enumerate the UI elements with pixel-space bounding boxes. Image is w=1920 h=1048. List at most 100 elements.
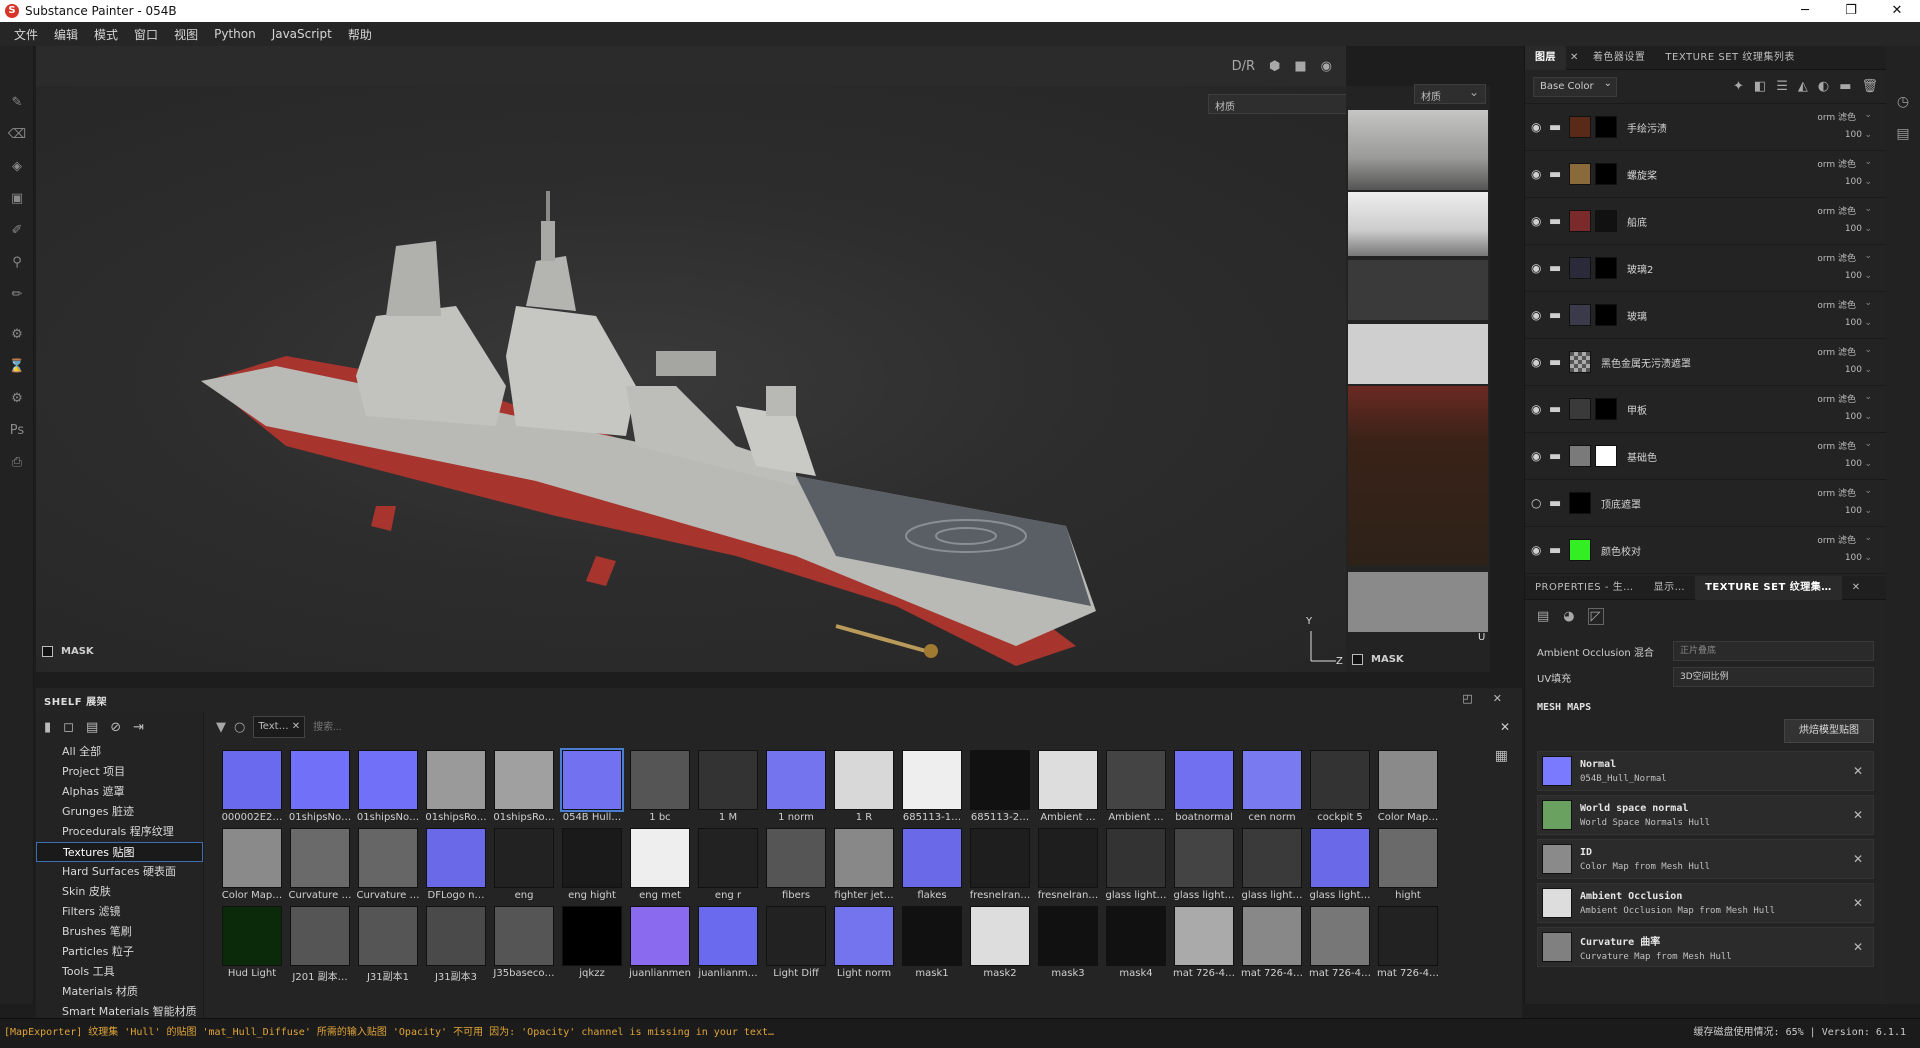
layer-opacity[interactable]: 100 — [1845, 365, 1862, 375]
shelf-item[interactable]: DFLogo n… — [422, 826, 490, 904]
shelf-search-input[interactable] — [313, 716, 1274, 738]
mesh-map-slot[interactable]: Normal 054B_Hull_Normal ✕ — [1537, 751, 1874, 791]
remove-map-icon[interactable]: ✕ — [1853, 764, 1863, 778]
chevron-down-icon[interactable]: ⌄ — [1864, 251, 1872, 261]
layer-blend-mode[interactable]: orm 滤色 — [1817, 251, 1856, 264]
shelf-item[interactable]: Color Map… — [1374, 748, 1442, 826]
photoshop-icon[interactable]: Ps — [0, 414, 34, 446]
mask-checkbox-2d[interactable] — [1352, 654, 1363, 665]
shelf-category-item[interactable]: Alphas 遮罩 — [36, 782, 203, 802]
tab-display[interactable]: 显示… — [1644, 576, 1696, 600]
chevron-down-icon[interactable]: ⌄ — [1864, 224, 1872, 234]
close-icon[interactable]: ✕ — [1842, 576, 1871, 600]
visibility-eye-icon[interactable]: ◉ — [1531, 308, 1549, 322]
snapshot-icon[interactable]: ◉ — [1321, 59, 1332, 74]
maximize-button[interactable]: ❐ — [1828, 0, 1874, 22]
layer-row[interactable]: ◉ ▬ 螺旋桨 orm 滤色 100 ⌄ ⌄ — [1525, 151, 1886, 198]
chevron-down-icon[interactable]: ⌄ — [1864, 157, 1872, 167]
shelf-item[interactable]: 685113-1… — [898, 748, 966, 826]
shelf-item[interactable]: juanlianmen — [626, 904, 694, 982]
remove-map-icon[interactable]: ✕ — [1853, 896, 1863, 910]
shelf-category-item[interactable]: Materials 材质 — [36, 982, 203, 1002]
layer-row[interactable]: ◉ ▬ 甲板 orm 滤色 100 ⌄ ⌄ — [1525, 386, 1886, 433]
new-shelf-icon[interactable]: ◻ — [63, 720, 74, 735]
shelf-item[interactable]: J201 副本… — [286, 904, 354, 983]
bake-icon[interactable]: ⌛ — [0, 350, 34, 382]
shelf-category-item[interactable]: All 全部 — [36, 742, 203, 762]
shelf-item[interactable]: eng hight — [558, 826, 626, 904]
channel-select[interactable]: Base Color — [1533, 75, 1617, 97]
shelf-item[interactable]: Curvature … — [286, 826, 354, 904]
shelf-db-icon[interactable]: ▤ — [86, 720, 98, 735]
menu-view[interactable]: 视图 — [166, 26, 206, 43]
remove-map-icon[interactable]: ✕ — [1853, 808, 1863, 822]
log-icon[interactable]: ▤ — [1886, 118, 1920, 150]
layer-opacity[interactable]: 100 — [1845, 177, 1862, 187]
shelf-category-item[interactable]: Project 项目 — [36, 762, 203, 782]
mask-thumbnail[interactable] — [1595, 398, 1617, 420]
layer-blend-mode[interactable]: orm 滤色 — [1817, 157, 1856, 170]
uv-fill-select[interactable]: 3D空间比例 — [1673, 667, 1874, 687]
shelf-item[interactable]: fibers — [762, 826, 830, 904]
shelf-item[interactable]: cen norm — [1238, 748, 1306, 826]
export-icon[interactable]: ⎙ — [0, 446, 34, 478]
visibility-eye-icon[interactable]: ◉ — [1531, 261, 1549, 275]
shelf-item[interactable]: 1 norm — [762, 748, 830, 826]
shelf-item[interactable]: glass light… — [1102, 826, 1170, 904]
mesh-map-slot[interactable]: Curvature 曲率 Curvature Map from Mesh Hull… — [1537, 927, 1874, 967]
shelf-item[interactable]: mat 726-4… — [1238, 904, 1306, 982]
tab-layers[interactable]: 图层 — [1525, 45, 1566, 70]
chevron-down-icon[interactable]: ⌄ — [1864, 486, 1872, 496]
import-icon[interactable]: ⇥ — [133, 720, 144, 735]
shelf-item[interactable]: mask1 — [898, 904, 966, 982]
shelf-item[interactable]: J31副本3 — [422, 904, 490, 983]
shelf-item[interactable]: glass light… — [1238, 826, 1306, 904]
uv-mode-icon[interactable]: ◸ — [1587, 607, 1604, 625]
remove-map-icon[interactable]: ✕ — [1853, 852, 1863, 866]
minimize-button[interactable]: ─ — [1782, 0, 1828, 22]
shelf-item[interactable]: fresnelran… — [1034, 826, 1102, 904]
mask-checkbox-3d[interactable] — [42, 646, 53, 657]
close-button[interactable]: ✕ — [1874, 0, 1920, 22]
layer-blend-mode[interactable]: orm 滤色 — [1817, 439, 1856, 452]
shelf-item[interactable]: 01shipsNo… — [286, 748, 354, 826]
layer-blend-mode[interactable]: orm 滤色 — [1817, 204, 1856, 217]
shelf-item[interactable]: 1 bc — [626, 748, 694, 826]
cube-view-icon[interactable]: ⬢ — [1269, 59, 1280, 74]
mask-toggle-2d[interactable]: MASK — [1352, 654, 1404, 665]
shelf-category-item[interactable]: Skin 皮肤 — [36, 882, 203, 902]
shelf-item[interactable]: eng r — [694, 826, 762, 904]
layer-opacity[interactable]: 100 — [1845, 271, 1862, 281]
shelf-item[interactable]: flakes — [898, 826, 966, 904]
menu-mode[interactable]: 模式 — [86, 26, 126, 43]
add-effect-icon[interactable]: ✦ — [1733, 79, 1744, 94]
shelf-item[interactable]: 01shipsRo… — [422, 748, 490, 826]
mask-thumbnail[interactable] — [1595, 257, 1617, 279]
layer-blend-mode[interactable]: orm 滤色 — [1817, 345, 1856, 358]
paint-brush-icon[interactable]: ✎ — [0, 86, 34, 118]
shelf-category-item[interactable]: Textures 贴图 — [36, 842, 203, 862]
mask-thumbnail[interactable] — [1595, 445, 1617, 467]
shelf-item[interactable]: 1 M — [694, 748, 762, 826]
shelf-item[interactable]: Color Map… — [218, 826, 286, 904]
layer-opacity[interactable]: 100 — [1845, 553, 1862, 563]
filter-icon[interactable]: ▼ — [216, 720, 226, 735]
shelf-item[interactable]: mask3 — [1034, 904, 1102, 982]
projection-icon[interactable]: ◈ — [0, 150, 34, 182]
shelf-category-item[interactable]: Hard Surfaces 硬表面 — [36, 862, 203, 882]
menu-javascript[interactable]: JavaScript — [264, 27, 340, 41]
visibility-eye-icon[interactable]: ○ — [1531, 496, 1549, 510]
chevron-down-icon[interactable]: ⌄ — [1864, 553, 1872, 563]
clone-stamp-icon[interactable]: ⚲ — [0, 246, 34, 278]
chevron-down-icon[interactable]: ⌄ — [1864, 412, 1872, 422]
shelf-category-item[interactable]: Grunges 脏迹 — [36, 802, 203, 822]
layer-row[interactable]: ◉ ▬ 玻璃2 orm 滤色 100 ⌄ ⌄ — [1525, 245, 1886, 292]
chevron-down-icon[interactable]: ⌄ — [1864, 318, 1872, 328]
shelf-category-item[interactable]: Tools 工具 — [36, 962, 203, 982]
add-folder-icon[interactable]: ▬ — [1839, 79, 1851, 94]
filter-chip[interactable]: Text… ✕ — [253, 716, 306, 738]
camera-icon[interactable]: ■ — [1294, 59, 1306, 74]
shelf-item[interactable]: mat 726-4… — [1374, 904, 1442, 982]
layer-row[interactable]: ◉ ▬ 黑色金属无污渍遮罩 orm 滤色 100 ⌄ ⌄ — [1525, 339, 1886, 386]
material-select-2d[interactable]: 材质 — [1414, 84, 1486, 104]
